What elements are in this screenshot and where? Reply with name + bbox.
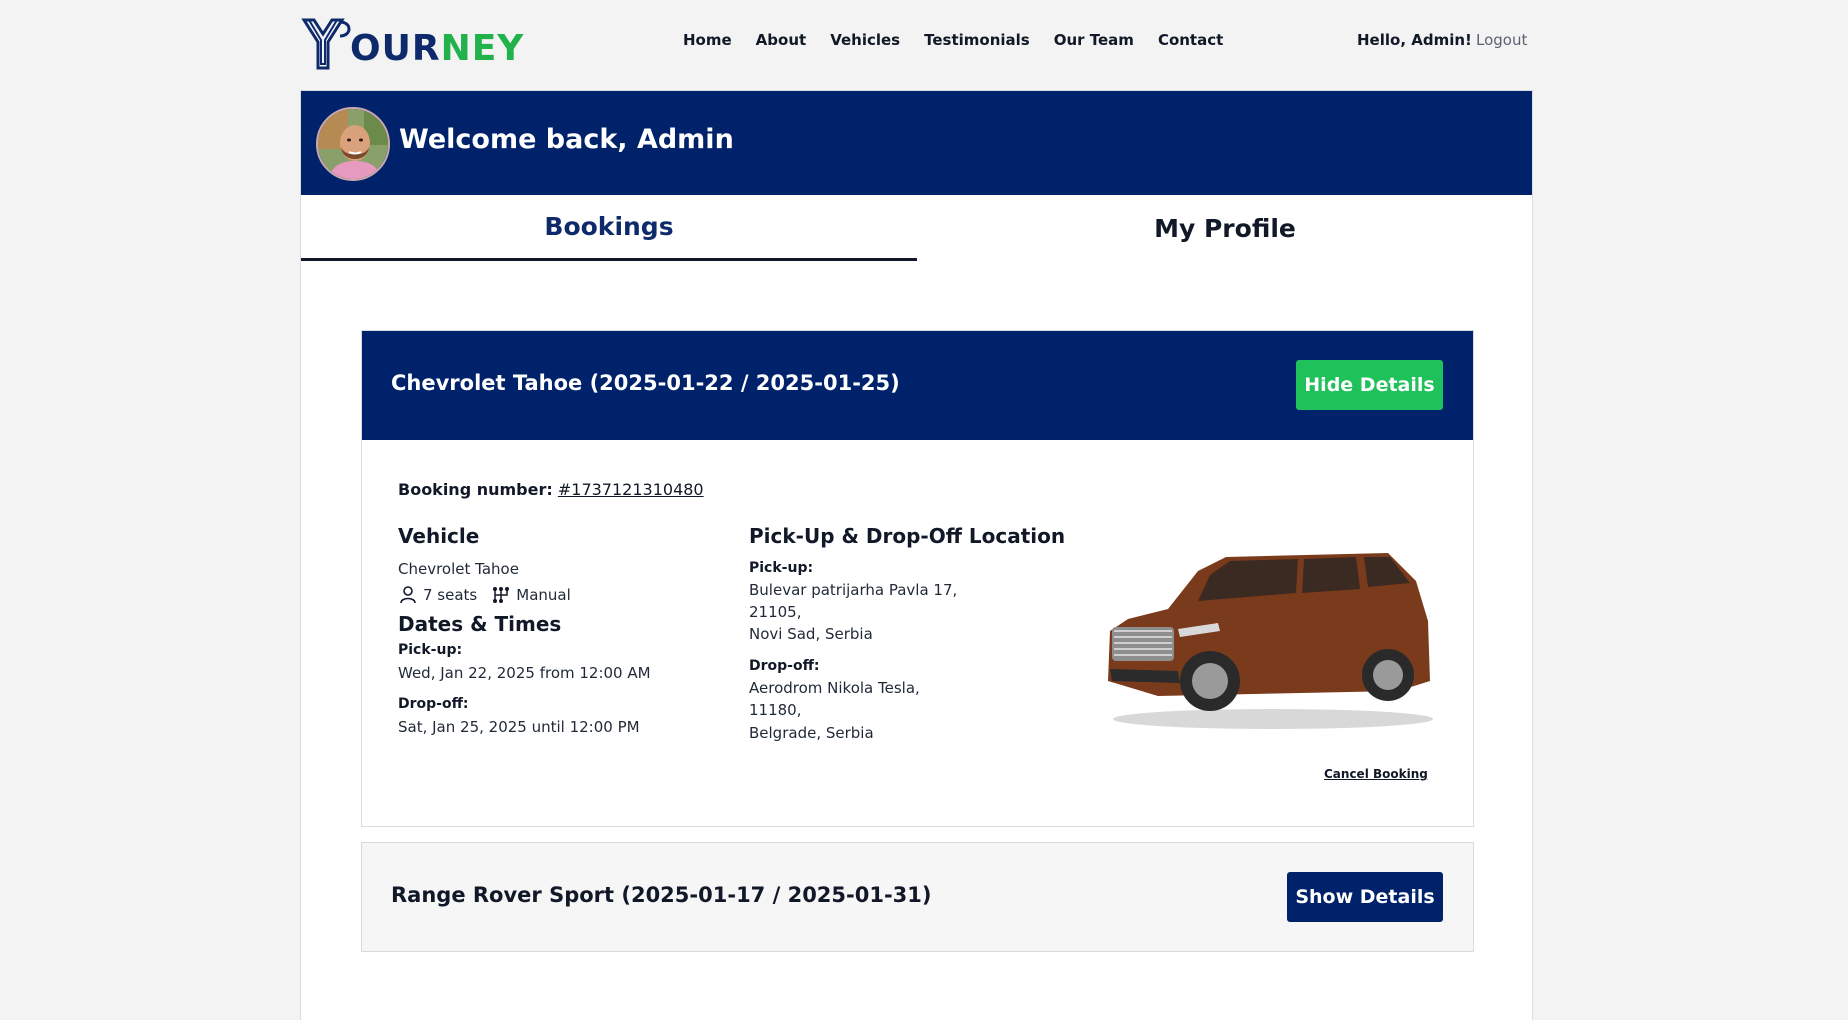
- logout-link[interactable]: Logout: [1476, 31, 1527, 49]
- vehicle-heading: Vehicle: [398, 524, 480, 548]
- vehicle-specs: 7 seats Manual: [398, 585, 571, 605]
- brand-logo[interactable]: OURNEY: [300, 16, 524, 72]
- booking-number-label: Booking number:: [398, 480, 553, 499]
- pickup-time-label: Pick-up:: [398, 642, 463, 658]
- tab-bookings[interactable]: Bookings: [301, 195, 917, 261]
- dropoff-address-line: 11180,: [749, 701, 802, 719]
- booking-card: Chevrolet Tahoe (2025-01-22 / 2025-01-25…: [361, 330, 1474, 827]
- dropoff-time: Sat, Jan 25, 2025 until 12:00 PM: [398, 718, 640, 736]
- pickup-address-line: Bulevar patrijarha Pavla 17,: [749, 581, 958, 599]
- seats-count: 7 seats: [423, 586, 478, 604]
- vehicle-image: [1098, 531, 1438, 736]
- profile-tabs: Bookings My Profile: [301, 195, 1532, 261]
- nav-about[interactable]: About: [756, 31, 807, 49]
- booking-card: Range Rover Sport (2025-01-17 / 2025-01-…: [361, 842, 1474, 952]
- tab-my-profile[interactable]: My Profile: [917, 195, 1533, 261]
- transmission-type: Manual: [516, 586, 571, 604]
- nav-vehicles[interactable]: Vehicles: [830, 31, 900, 49]
- user-greeting: Hello, Admin!: [1357, 31, 1472, 49]
- dates-heading: Dates & Times: [398, 612, 562, 636]
- dropoff-address-line: Aerodrom Nikola Tesla,: [749, 679, 920, 697]
- pickup-address-line: Novi Sad, Serbia: [749, 625, 873, 643]
- dashboard-panel: Welcome back, Admin Bookings My Profile …: [300, 90, 1533, 1020]
- person-icon: [398, 585, 418, 605]
- dropoff-address-line: Belgrade, Serbia: [749, 724, 874, 742]
- nav-testimonials[interactable]: Testimonials: [924, 31, 1030, 49]
- booking-number-link[interactable]: #1737121310480: [558, 480, 704, 499]
- welcome-heading: Welcome back, Admin: [399, 124, 734, 155]
- pickup-time: Wed, Jan 22, 2025 from 12:00 AM: [398, 664, 651, 682]
- nav-home[interactable]: Home: [683, 31, 732, 49]
- hide-details-button[interactable]: Hide Details: [1296, 360, 1443, 410]
- location-heading: Pick-Up & Drop-Off Location: [749, 524, 1066, 548]
- vehicle-name: Chevrolet Tahoe: [398, 560, 519, 578]
- logo-icon: [300, 16, 354, 72]
- nav-our-team[interactable]: Our Team: [1054, 31, 1134, 49]
- welcome-banner: Welcome back, Admin: [301, 91, 1532, 195]
- cancel-booking-link[interactable]: Cancel Booking: [1324, 767, 1428, 781]
- gear-shift-icon: [491, 585, 511, 605]
- dropoff-time-label: Drop-off:: [398, 696, 469, 712]
- show-details-button[interactable]: Show Details: [1287, 872, 1443, 922]
- avatar[interactable]: [316, 107, 390, 181]
- top-navbar: OURNEY Home About Vehicles Testimonials …: [0, 0, 1848, 88]
- booking-title: Range Rover Sport (2025-01-17 / 2025-01-…: [391, 883, 932, 907]
- booking-card-header: Chevrolet Tahoe (2025-01-22 / 2025-01-25…: [362, 331, 1473, 440]
- booking-number: Booking number: #1737121310480: [398, 480, 704, 499]
- main-nav: Home About Vehicles Testimonials Our Tea…: [683, 31, 1247, 49]
- pickup-location-label: Pick-up:: [749, 560, 814, 576]
- dropoff-location-label: Drop-off:: [749, 658, 820, 674]
- logo-wordmark: OURNEY: [350, 28, 525, 69]
- nav-contact[interactable]: Contact: [1158, 31, 1223, 49]
- pickup-address-line: 21105,: [749, 603, 802, 621]
- booking-title: Chevrolet Tahoe (2025-01-22 / 2025-01-25…: [391, 371, 900, 395]
